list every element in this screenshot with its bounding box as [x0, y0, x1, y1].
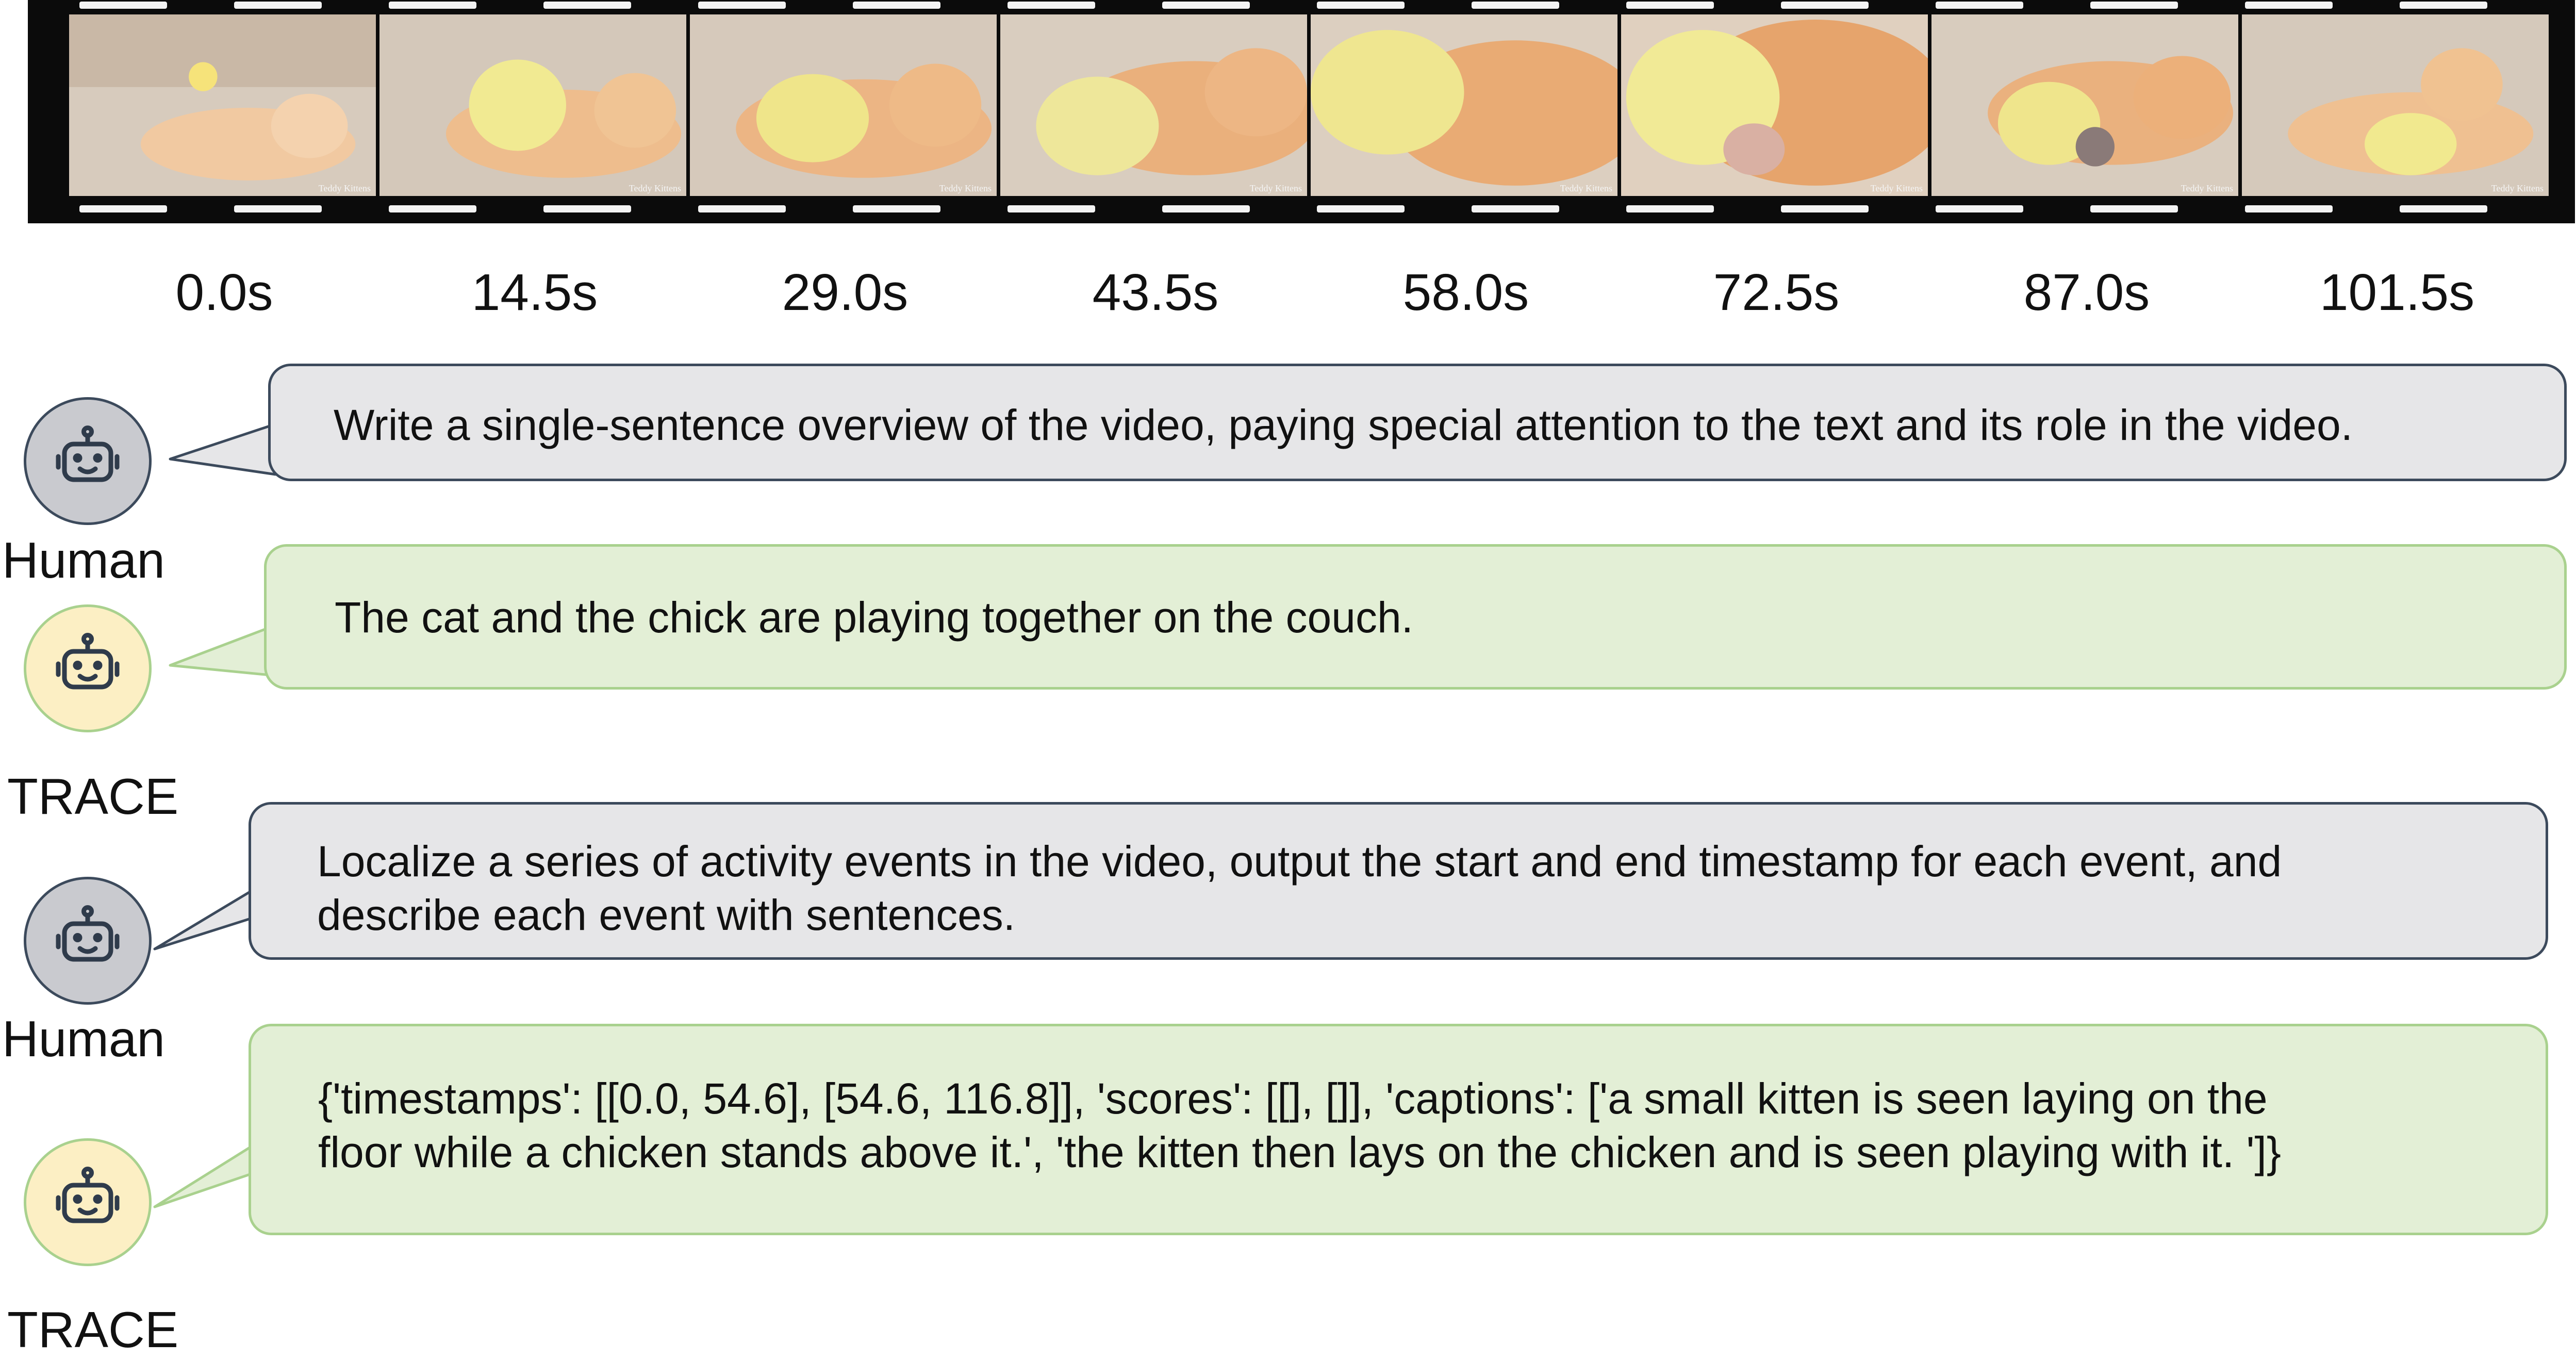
timestamp-label: 0.0s — [175, 264, 273, 321]
speech-bubble-tail — [169, 624, 276, 677]
watermark-text: Teddy Kittens — [939, 183, 992, 193]
human-message-bubble: Write a single-sentence overview of the … — [268, 364, 2567, 481]
watermark-text: Teddy Kittens — [1560, 183, 1612, 193]
filmstrip-sprocket-holes-bottom — [28, 205, 2575, 218]
filmstrip-sprocket-holes-top — [28, 2, 2575, 14]
timestamp-label: 87.0s — [2023, 264, 2150, 321]
video-filmstrip: Teddy Kittens Teddy Kittens Teddy Kitten… — [28, 0, 2575, 223]
robot-icon — [56, 1167, 120, 1223]
trace-message-text-line-1: {'timestamps': [[0.0, 54.6], [54.6, 116.… — [318, 1074, 2268, 1123]
timestamp-label: 58.0s — [1402, 264, 1529, 321]
role-label-trace: TRACE — [7, 768, 179, 825]
role-label-human: Human — [2, 532, 165, 588]
watermark-text: Teddy Kittens — [1249, 183, 1302, 193]
watermark-text: Teddy Kittens — [2491, 183, 2544, 193]
trace-avatar — [24, 1138, 152, 1266]
timestamp-label: 72.5s — [1713, 264, 1840, 321]
trace-message-bubble: The cat and the chick are playing togeth… — [264, 544, 2567, 690]
trace-message-text: The cat and the chick are playing togeth… — [335, 593, 1414, 642]
watermark-text: Teddy Kittens — [318, 183, 371, 193]
video-frame-3: Teddy Kittens — [690, 14, 997, 196]
robot-icon — [56, 905, 120, 962]
video-frame-5: Teddy Kittens — [1311, 14, 1617, 196]
trace-avatar — [24, 604, 152, 732]
human-message-bubble: Localize a series of activity events in … — [249, 802, 2548, 960]
human-avatar — [24, 397, 152, 525]
video-frame-6: Teddy Kittens — [1621, 14, 1928, 196]
timestamp-label: 43.5s — [1092, 264, 1219, 321]
speech-bubble-tail — [153, 1140, 261, 1208]
human-message-text-line-1: Localize a series of activity events in … — [317, 837, 2282, 886]
robot-icon — [56, 633, 120, 690]
human-message-text-line-2: describe each event with sentences. — [317, 891, 1016, 939]
video-frame-2: Teddy Kittens — [379, 14, 686, 196]
human-message-text: Write a single-sentence overview of the … — [334, 401, 2353, 449]
video-frame-8: Teddy Kittens — [2242, 14, 2549, 196]
video-frame-1: Teddy Kittens — [69, 14, 376, 196]
video-frame-7: Teddy Kittens — [1931, 14, 2238, 196]
role-label-human: Human — [2, 1010, 165, 1067]
timestamp-label: 29.0s — [782, 264, 909, 321]
human-avatar — [24, 877, 152, 1005]
role-label-trace: TRACE — [7, 1301, 179, 1358]
timestamp-label: 101.5s — [2319, 264, 2475, 321]
speech-bubble-tail — [169, 423, 276, 476]
watermark-text: Teddy Kittens — [2181, 183, 2233, 193]
watermark-text: Teddy Kittens — [629, 183, 681, 193]
watermark-text: Teddy Kittens — [1870, 183, 1923, 193]
timestamp-label: 14.5s — [471, 264, 598, 321]
trace-message-text-line-2: floor while a chicken stands above it.',… — [318, 1128, 2281, 1176]
trace-message-bubble: {'timestamps': [[0.0, 54.6], [54.6, 116.… — [249, 1024, 2548, 1235]
robot-icon — [56, 425, 120, 482]
speech-bubble-tail — [153, 885, 261, 951]
video-frame-4: Teddy Kittens — [1000, 14, 1307, 196]
